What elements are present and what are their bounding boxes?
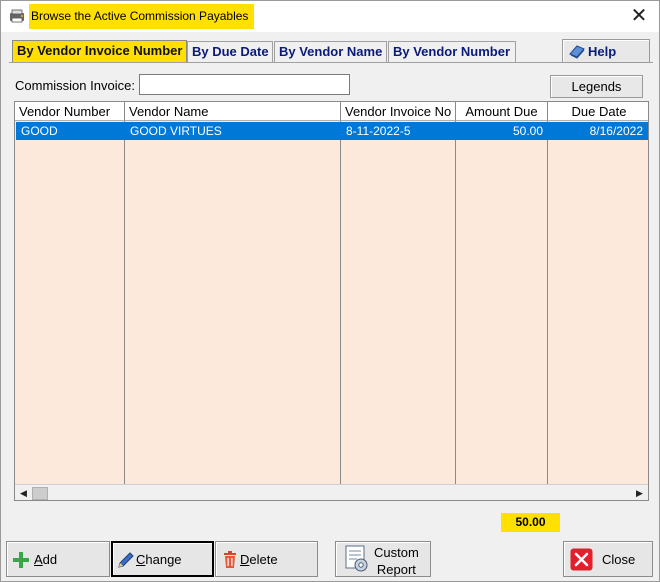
delete-button[interactable]: Delete xyxy=(215,541,318,577)
column-bg-vendor-invoice-no xyxy=(341,121,456,484)
total-amount-due: 50.00 xyxy=(501,513,560,532)
cell-vendor-number: GOOD xyxy=(21,124,58,138)
custom-report-button-label: Custom Report xyxy=(374,545,419,577)
app-icon xyxy=(9,8,27,24)
tab-by-vendor-name[interactable]: By Vendor Name xyxy=(274,41,387,63)
delete-button-label: Delete xyxy=(240,552,278,567)
tab-by-vendor-invoice-number[interactable]: By Vendor Invoice Number xyxy=(12,40,187,63)
column-bg-due-date xyxy=(548,121,648,484)
tab-by-vendor-number[interactable]: By Vendor Number xyxy=(388,41,516,63)
column-header-due-date[interactable]: Due Date xyxy=(548,102,648,121)
window-title: Browse the Active Commission Payables xyxy=(29,4,255,29)
custom-report-button[interactable]: Custom Report xyxy=(335,541,431,577)
column-bg-vendor-name xyxy=(125,121,341,484)
scroll-left-icon[interactable]: ◀ xyxy=(15,486,32,500)
commission-payables-grid[interactable]: Vendor Number Vendor Name Vendor Invoice… xyxy=(14,101,649,501)
plus-icon xyxy=(11,550,31,570)
horizontal-scrollbar[interactable]: ◀ ▶ xyxy=(15,484,648,500)
cell-vendor-invoice-no: 8-11-2022-5 xyxy=(346,124,411,138)
scroll-right-icon[interactable]: ▶ xyxy=(631,486,648,500)
commission-invoice-label: Commission Invoice: xyxy=(15,78,135,93)
title-bar: Browse the Active Commission Payables ✕ xyxy=(1,1,659,32)
help-button-label: Help xyxy=(588,44,617,59)
report-icon xyxy=(341,544,371,574)
close-button[interactable]: Close xyxy=(563,541,653,577)
close-icon xyxy=(570,548,593,571)
add-button-label: Add xyxy=(34,552,58,567)
cell-vendor-name: GOOD VIRTUES xyxy=(130,124,222,138)
column-header-vendor-number[interactable]: Vendor Number xyxy=(15,102,125,121)
column-header-amount-due[interactable]: Amount Due xyxy=(456,102,548,121)
column-bg-vendor-number xyxy=(15,121,125,484)
trash-icon xyxy=(220,550,240,570)
scrollbar-thumb[interactable] xyxy=(32,487,48,500)
column-bg-amount-due xyxy=(456,121,548,484)
cell-amount-due: 50.00 xyxy=(512,124,543,138)
close-button-label: Close xyxy=(602,552,636,567)
column-header-vendor-invoice-no[interactable]: Vendor Invoice No xyxy=(341,102,456,121)
legends-button[interactable]: Legends xyxy=(550,75,643,98)
change-button-label: Change xyxy=(136,552,182,567)
change-button[interactable]: Change xyxy=(111,541,214,577)
tab-by-due-date[interactable]: By Due Date xyxy=(187,41,273,63)
window-close-icon[interactable]: ✕ xyxy=(627,5,651,27)
commission-payables-window: Browse the Active Commission Payables ✕ … xyxy=(0,0,660,582)
cell-due-date: 8/16/2022 xyxy=(589,124,643,138)
pencil-icon xyxy=(116,550,136,570)
book-icon xyxy=(568,43,586,59)
column-header-vendor-name[interactable]: Vendor Name xyxy=(125,102,341,121)
tab-divider xyxy=(9,62,653,63)
help-button[interactable]: Help xyxy=(562,39,650,63)
commission-invoice-input[interactable] xyxy=(139,74,350,95)
add-button[interactable]: Add xyxy=(6,541,110,577)
legends-button-label: Legends xyxy=(571,79,622,94)
